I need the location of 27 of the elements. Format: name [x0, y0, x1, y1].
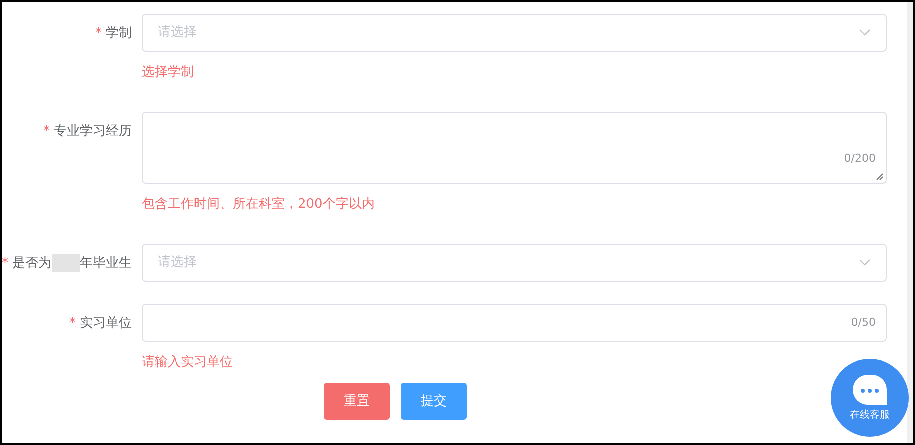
required-mark: * — [70, 315, 76, 333]
chat-widget-button[interactable]: 在线客服 — [831, 359, 909, 437]
required-mark: * — [44, 123, 50, 141]
field-label: 实习单位 — [80, 315, 132, 333]
select-field[interactable]: 请选择 — [142, 14, 887, 52]
field-label: 年毕业生 — [80, 255, 132, 273]
hint-text: 包含工作时间、所在科室，200个字以内 — [142, 196, 375, 214]
hint-text: 选择学制 — [142, 64, 194, 82]
chat-bubble-icon — [852, 374, 888, 406]
required-mark: * — [96, 25, 102, 43]
char-counter: 0/50 — [851, 314, 876, 331]
blurred-area — [52, 254, 80, 272]
field-label: 专业学习经历 — [54, 123, 132, 141]
resize-handle-icon — [876, 173, 884, 181]
input-field[interactable]: 0/50 — [142, 304, 887, 342]
field-label: 学制 — [106, 25, 132, 43]
submit-button[interactable]: 提交 — [401, 383, 467, 420]
chat-widget-label: 在线客服 — [850, 408, 890, 422]
text-area[interactable]: 0/200 — [142, 112, 887, 184]
select-field[interactable]: 请选择 — [142, 244, 887, 282]
hint-text: 请输入实习单位 — [142, 354, 233, 372]
reset-button[interactable]: 重置 — [324, 383, 390, 420]
required-mark: * — [2, 255, 8, 273]
char-counter: 0/200 — [844, 150, 876, 166]
field-label: 是否为 — [12, 255, 52, 273]
chevron-down-icon — [859, 259, 871, 267]
chevron-down-icon — [859, 29, 871, 37]
